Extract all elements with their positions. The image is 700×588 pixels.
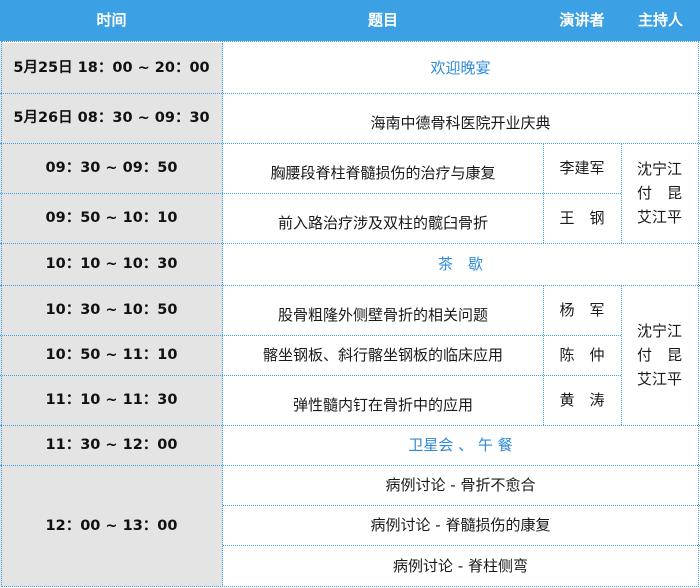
time-cell: 5月26日 08：30 ~ 09：30 [0, 93, 223, 143]
topic-cell: 卫星会 、 午 餐 [223, 425, 698, 465]
time-cell: 10：10 ~ 10：30 [0, 243, 223, 285]
speaker-cell: 李建军 [559, 158, 605, 177]
host-cell: 沈宁江 付 昆 艾江平 [621, 285, 698, 425]
grid-line [0, 335, 621, 336]
time-cell: 5月25日 18：00 ~ 20：00 [0, 43, 223, 93]
speaker-cell: 陈 仲 [559, 345, 605, 364]
schedule-table: 时间 题目 演讲者 主持人 5月25日 18：00 ~ 20：00 5月26日 … [0, 0, 700, 588]
host-name: 沈宁江 [636, 160, 682, 178]
topic-cell: 病例讨论 - 脊髓损伤的康复 [223, 505, 698, 545]
grid-line [0, 243, 700, 244]
grid-line [0, 285, 700, 286]
topic-cell: 茶 歇 [223, 243, 698, 285]
grid-line [0, 93, 700, 94]
grid-line [621, 285, 622, 425]
header-topic: 题目 [223, 0, 543, 41]
topic-cell: 病例讨论 - 骨折不愈合 [223, 465, 698, 505]
grid-line [223, 545, 700, 546]
time-cell: 10：50 ~ 11：10 [0, 335, 223, 375]
speaker-cell: 王 钢 [559, 208, 605, 227]
header-time: 时间 [0, 0, 223, 41]
host-cell: 沈宁江 付 昆 艾江平 [621, 143, 698, 243]
grid-line [0, 143, 700, 144]
grid-line [0, 375, 621, 376]
topic-cell: 前入路治疗涉及双柱的髋臼骨折 [223, 193, 543, 243]
header-host: 主持人 [621, 0, 700, 41]
time-cell: 09：50 ~ 10：10 [0, 193, 223, 243]
topic-cell: 胸腰段脊柱脊髓损伤的治疗与康复 [223, 143, 543, 193]
host-name: 付 昆 [636, 346, 682, 364]
grid-line [223, 505, 700, 506]
topic-cell: 股骨粗隆外侧壁骨折的相关问题 [223, 285, 543, 335]
speaker-cell: 杨 军 [559, 300, 605, 319]
header-speaker: 演讲者 [543, 0, 621, 41]
time-cell: 11：30 ~ 12：00 [0, 425, 223, 465]
topic-cell: 髂坐钢板、斜行髂坐钢板的临床应用 [223, 335, 543, 375]
host-name: 付 昆 [636, 184, 682, 202]
topic-cell: 海南中德骨科医院开业庆典 [223, 93, 698, 143]
topic-cell: 欢迎晚宴 [223, 43, 698, 93]
grid-line [0, 193, 621, 194]
time-cell: 09：30 ~ 09：50 [0, 143, 223, 193]
host-name: 沈宁江 [636, 322, 682, 340]
time-cell: 11：10 ~ 11：30 [0, 375, 223, 425]
grid-line [0, 465, 700, 466]
topic-cell: 病例讨论 - 脊柱侧弯 [223, 545, 698, 587]
topic-cell: 弹性髓内钉在骨折中的应用 [223, 375, 543, 425]
time-cell: 10：30 ~ 10：50 [0, 285, 223, 335]
host-name: 艾江平 [636, 208, 682, 226]
grid-line [0, 425, 700, 426]
grid-line [621, 143, 622, 243]
host-name: 艾江平 [636, 370, 682, 388]
grid-line [543, 143, 544, 243]
time-cell: 12：00 ~ 13：00 [0, 465, 223, 587]
grid-line [543, 285, 544, 425]
speaker-cell: 黄 涛 [559, 390, 605, 409]
